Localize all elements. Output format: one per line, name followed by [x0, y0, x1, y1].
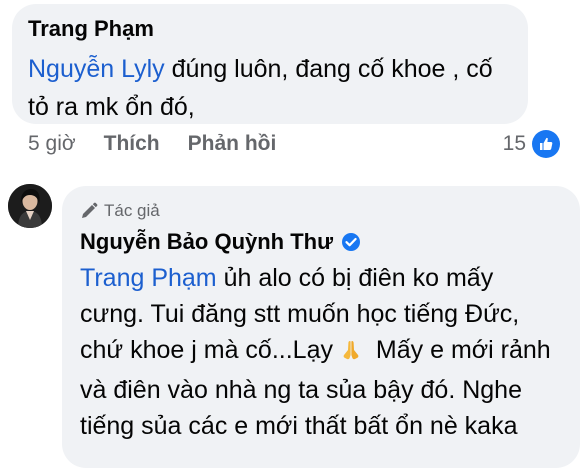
- author-badge-label: Tác giả: [104, 201, 160, 220]
- thumbs-up-icon: [532, 130, 560, 158]
- reply-bubble: Tác giả Nguyễn Bảo Quỳnh Thư Trang Phạm …: [62, 186, 580, 468]
- comment-mention[interactable]: Nguyễn Lyly: [28, 55, 165, 83]
- reply-text: Trang Phạm ủh alo có bị điên ko mấy cưng…: [80, 260, 564, 444]
- verified-badge-icon: [341, 232, 361, 252]
- pen-icon: [80, 202, 98, 220]
- comments-thread: Trang Phạm Nguyễn Lyly đúng luôn, đang c…: [0, 0, 580, 472]
- comment-timestamp[interactable]: 5 giờ: [28, 132, 76, 156]
- reaction-summary[interactable]: 15: [503, 130, 560, 158]
- comment-actions: 5 giờ Thích Phản hồi: [28, 132, 304, 156]
- comment-bubble: Trang Phạm Nguyễn Lyly đúng luôn, đang c…: [12, 4, 528, 124]
- reply-author-row: Nguyễn Bảo Quỳnh Thư: [80, 228, 564, 256]
- folded-hands-emoji: [339, 336, 363, 372]
- author-badge: Tác giả: [80, 200, 564, 222]
- reaction-count: 15: [502, 132, 526, 155]
- like-button[interactable]: Thích: [104, 132, 160, 156]
- reply-button[interactable]: Phản hồi: [188, 132, 277, 156]
- avatar[interactable]: [8, 184, 52, 228]
- reply-mention[interactable]: Trang Phạm: [80, 264, 217, 292]
- reply-author[interactable]: Nguyễn Bảo Quỳnh Thư: [80, 228, 333, 256]
- comment-text: Nguyễn Lyly đúng luôn, đang cố khoe , cố…: [28, 50, 512, 126]
- comment-author[interactable]: Trang Phạm: [28, 16, 512, 42]
